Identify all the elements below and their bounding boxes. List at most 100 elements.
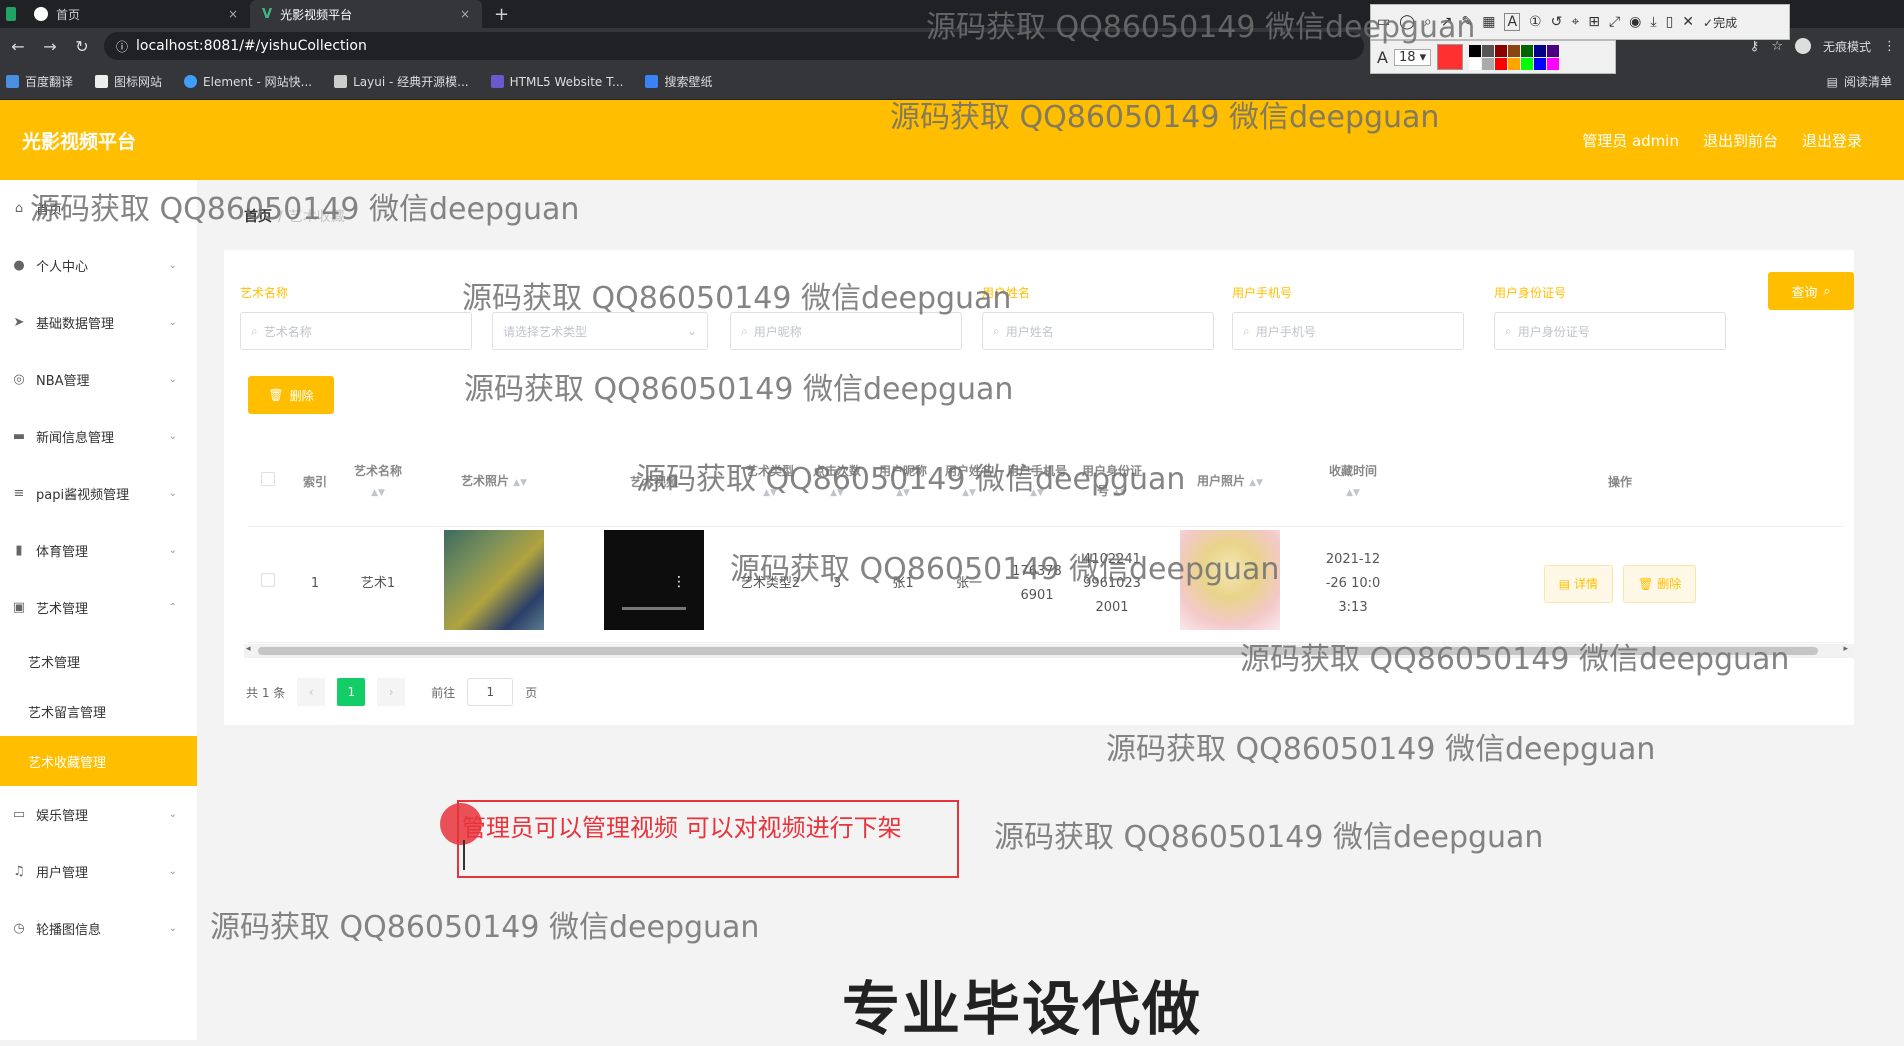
header-art-photo[interactable]: 艺术照片 ▲▼	[414, 438, 574, 527]
color-swatch[interactable]	[1482, 57, 1495, 70]
ocr-icon[interactable]: ⊞	[1588, 14, 1600, 30]
sort-icon[interactable]: ▲▼	[371, 488, 385, 498]
admin-user-link[interactable]: 管理员 admin	[1582, 130, 1679, 151]
detail-button[interactable]: ▤ 详情	[1543, 565, 1613, 603]
header-art-name[interactable]: 艺术名称 ▲▼	[342, 438, 414, 527]
back-icon[interactable]: ←	[8, 37, 28, 56]
sort-icon[interactable]: ▲▼	[1346, 488, 1360, 498]
key-icon[interactable]: ⚷	[1750, 39, 1760, 54]
placeholder: 用户姓名	[1005, 324, 1054, 339]
record-icon[interactable]: ◉	[1629, 14, 1641, 30]
font-size-select[interactable]: 18 ▾	[1393, 48, 1432, 66]
page-number[interactable]: 1	[337, 678, 366, 706]
art-name-input[interactable]: ⌕ 艺术名称	[240, 312, 472, 350]
sidebar-item-label: 用户管理	[36, 866, 89, 881]
text-tool-icon[interactable]: A	[1504, 13, 1521, 31]
real-name-input[interactable]: ⌕ 用户姓名	[982, 312, 1214, 350]
color-swatch[interactable]	[1547, 44, 1560, 57]
scroll-left-icon[interactable]: ◂	[246, 644, 251, 654]
bookmark-item[interactable]: 百度翻译	[6, 73, 73, 90]
tab-label: 首页	[56, 7, 81, 22]
bookmark-item[interactable]: 图标网站	[95, 73, 162, 90]
color-swatch[interactable]	[1521, 44, 1534, 57]
number-tool-icon[interactable]: ①	[1529, 14, 1542, 30]
sidebar-item-entertainment[interactable]: ▭ 娱乐管理 ⌄	[0, 786, 197, 843]
color-palette[interactable]	[1469, 44, 1560, 70]
row-delete-button[interactable]: 🗑 删除	[1623, 565, 1697, 603]
tab-home[interactable]: 首页 ×	[22, 0, 250, 28]
color-swatch[interactable]	[1469, 44, 1482, 57]
close-icon[interactable]: ×	[228, 7, 238, 21]
sidebar-item-nba[interactable]: ◎ NBA管理 ⌄	[0, 351, 197, 408]
color-swatch[interactable]	[1482, 44, 1495, 57]
color-swatch[interactable]	[1534, 57, 1547, 70]
tab-home[interactable]	[0, 0, 22, 28]
more-icon[interactable]: ⋮	[672, 570, 686, 594]
sidebar-subitem-art-comments[interactable]: 艺术留言管理	[0, 686, 197, 736]
sidebar-item-sports[interactable]: ▮ 体育管理 ⌄	[0, 522, 197, 579]
idcard-input[interactable]: ⌕ 用户身份证号	[1494, 312, 1726, 350]
sidebar-item-profile[interactable]: ● 个人中心 ⌄	[0, 237, 197, 294]
reading-list[interactable]: ▤ 阅读清单	[1827, 73, 1892, 90]
download-icon[interactable]: ⤓	[1650, 14, 1656, 30]
sidebar-subitem-art-collection[interactable]: 艺术收藏管理	[0, 736, 197, 786]
tab-platform[interactable]: V 光影视频平台 ×	[250, 0, 482, 28]
sidebar-subitem-art-manage[interactable]: 艺术管理	[0, 636, 197, 686]
mosaic-tool-icon[interactable]: ▦	[1482, 14, 1495, 30]
select-all-checkbox[interactable]	[261, 471, 275, 486]
sidebar-item-carousel[interactable]: ◷ 轮播图信息 ⌄	[0, 900, 197, 957]
color-swatch[interactable]	[1508, 44, 1521, 57]
scroll-right-icon[interactable]: ▸	[1843, 644, 1848, 654]
batch-delete-button[interactable]: 🗑 删除	[248, 376, 334, 414]
row-checkbox[interactable]	[261, 573, 275, 587]
html5-icon	[490, 75, 504, 88]
undo-icon[interactable]: ↺	[1551, 14, 1563, 30]
sort-icon[interactable]: ▲▼	[513, 478, 527, 488]
expand-icon[interactable]: ⤢	[1609, 14, 1620, 30]
nickname-input[interactable]: ⌕ 用户昵称	[730, 312, 962, 350]
reload-icon[interactable]: ↻	[72, 37, 92, 56]
close-icon[interactable]: ✕	[1682, 14, 1694, 30]
new-tab-button[interactable]: +	[482, 0, 521, 28]
art-type-select[interactable]: 请选择艺术类型 ⌄	[492, 312, 708, 350]
phone-input[interactable]: ⌕ 用户手机号	[1232, 312, 1464, 350]
bookmark-item[interactable]: Layui - 经典开源模...	[334, 73, 469, 90]
star-icon[interactable]: ☆	[1771, 39, 1783, 54]
done-button[interactable]: ✓完成	[1703, 14, 1737, 31]
header-actions: 操作	[1396, 438, 1844, 527]
bookmark-item[interactable]: Element - 网站快...	[184, 73, 312, 90]
color-swatch[interactable]	[1534, 44, 1547, 57]
current-color-swatch[interactable]	[1437, 44, 1464, 70]
menu-icon: ≡	[13, 485, 25, 501]
art-video-player[interactable]: ⋮	[604, 529, 704, 630]
bookmark-item[interactable]: HTML5 Website T...	[490, 75, 623, 89]
art-photo-image[interactable]	[444, 529, 544, 630]
close-icon[interactable]: ×	[460, 7, 470, 21]
sidebar-item-papi[interactable]: ≡ papi酱视频管理 ⌄	[0, 465, 197, 522]
sort-icon[interactable]: ▲▼	[1249, 478, 1263, 488]
sidebar-item-art[interactable]: ▣ 艺术管理 ⌃	[0, 579, 197, 636]
color-swatch[interactable]	[1547, 57, 1560, 70]
header-collect-time[interactable]: 收藏时间 ▲▼	[1310, 438, 1396, 527]
logout-link[interactable]: 退出登录	[1802, 130, 1862, 151]
goto-page-input[interactable]: 1	[467, 678, 514, 706]
color-swatch[interactable]	[1495, 44, 1508, 57]
sidebar-item-news[interactable]: ▬ 新闻信息管理 ⌄	[0, 408, 197, 465]
bookmark-item[interactable]: 搜索壁纸	[645, 73, 712, 90]
color-swatch[interactable]	[1469, 57, 1482, 70]
copy-icon[interactable]: ▯	[1666, 14, 1674, 30]
more-icon[interactable]: ⋮	[1883, 39, 1896, 54]
video-progress-bar[interactable]	[622, 606, 686, 610]
sidebar-item-users[interactable]: ♫ 用户管理 ⌄	[0, 843, 197, 900]
color-swatch[interactable]	[1495, 57, 1508, 70]
next-page-button[interactable]: ›	[377, 678, 406, 706]
pin-icon[interactable]: ⌖	[1571, 14, 1579, 30]
prev-page-button[interactable]: ‹	[297, 678, 326, 706]
color-swatch[interactable]	[1521, 57, 1534, 70]
sidebar-item-basic-data[interactable]: ➤ 基础数据管理 ⌄	[0, 294, 197, 351]
search-button[interactable]: 查询 ⌕	[1768, 272, 1854, 310]
incognito-label[interactable]: 无痕模式	[1823, 38, 1871, 55]
go-frontend-link[interactable]: 退出到前台	[1703, 130, 1778, 151]
color-swatch[interactable]	[1508, 57, 1521, 70]
forward-icon[interactable]: →	[40, 37, 60, 56]
